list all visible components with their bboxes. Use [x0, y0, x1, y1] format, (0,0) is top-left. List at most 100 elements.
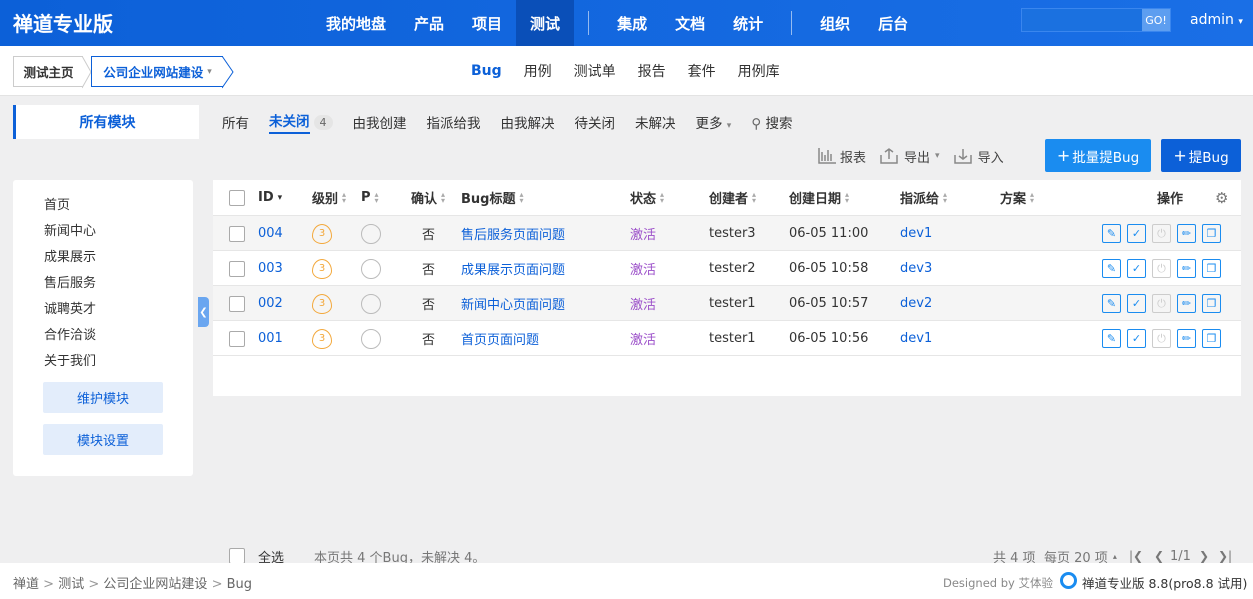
filter-resolved-by-me[interactable]: 由我解决: [501, 112, 555, 132]
select-all-checkbox-header[interactable]: [229, 180, 245, 215]
bug-id-link[interactable]: 001: [258, 321, 283, 356]
batch-create-bug-button[interactable]: + 批量提Bug: [1045, 139, 1151, 172]
edit-bug-icon[interactable]: ✏: [1177, 329, 1196, 348]
all-modules-tab[interactable]: 所有模块: [13, 105, 199, 139]
nav-admin[interactable]: 后台: [864, 0, 922, 46]
assigned-to-link[interactable]: dev3: [900, 251, 932, 286]
search-input[interactable]: GO!: [1021, 8, 1171, 32]
edit-bug-icon[interactable]: ✏: [1177, 224, 1196, 243]
close-bug-icon[interactable]: ⏻: [1152, 294, 1171, 313]
confirm-bug-icon[interactable]: ✎: [1102, 329, 1121, 348]
col-creator[interactable]: 创建者 ▴ ▾: [709, 180, 756, 215]
table-row[interactable]: 003 3 否 成果展示页面问题 激活 tester2 06-05 10:58 dev3 ✎ ✓ ⏻…: [213, 251, 1241, 286]
close-bug-icon[interactable]: ⏻: [1152, 329, 1171, 348]
row-checkbox[interactable]: [229, 286, 245, 321]
nav-product[interactable]: 产品: [400, 0, 458, 46]
module-item[interactable]: 诚聘英才: [44, 298, 96, 317]
table-row[interactable]: 001 3 否 首页页面问题 激活 tester1 06-05 10:56 dev1 ✎ ✓ ⏻ ✏ ❐: [213, 321, 1241, 356]
table-row[interactable]: 002 3 否 新闻中心页面问题 激活 tester1 06-05 10:57 dev2 ✎ ✓ ⏻…: [213, 286, 1241, 321]
footer-crumb[interactable]: 公司企业网站建设: [103, 577, 207, 592]
copy-bug-icon[interactable]: ❐: [1202, 294, 1221, 313]
nav-my[interactable]: 我的地盘: [312, 0, 400, 46]
row-checkbox[interactable]: [229, 251, 245, 286]
sidebar-collapse-button[interactable]: ❮: [198, 297, 209, 327]
nav-project[interactable]: 项目: [458, 0, 516, 46]
filter-more[interactable]: 更多 ▾: [696, 112, 732, 132]
breadcrumb-product-switcher[interactable]: 公司企业网站建设 ▾: [91, 56, 223, 87]
module-item[interactable]: 新闻中心: [44, 220, 96, 239]
module-item[interactable]: 关于我们: [44, 350, 96, 369]
close-bug-icon[interactable]: ⏻: [1152, 259, 1171, 278]
subnav-case[interactable]: 用例: [513, 61, 563, 81]
subnav-report[interactable]: 报告: [627, 61, 677, 81]
user-menu[interactable]: admin ▾: [1190, 12, 1243, 28]
footer-crumb[interactable]: 禅道: [13, 577, 39, 592]
confirm-bug-icon[interactable]: ✎: [1102, 259, 1121, 278]
bug-title-link[interactable]: 成果展示页面问题: [461, 251, 565, 286]
subnav-caselib[interactable]: 用例库: [727, 61, 791, 81]
copy-bug-icon[interactable]: ❐: [1202, 259, 1221, 278]
bug-title-link[interactable]: 首页页面问题: [461, 321, 539, 356]
module-item[interactable]: 成果展示: [44, 246, 96, 265]
report-button[interactable]: 报表: [818, 147, 866, 166]
bug-title-link[interactable]: 售后服务页面问题: [461, 216, 565, 251]
nav-test[interactable]: 测试: [516, 0, 575, 46]
create-bug-button[interactable]: + 提Bug: [1161, 139, 1241, 172]
col-assigned[interactable]: 指派给 ▴ ▾: [900, 180, 947, 215]
bug-id-link[interactable]: 004: [258, 216, 283, 251]
assigned-to-link[interactable]: dev2: [900, 286, 932, 321]
bug-id-link[interactable]: 002: [258, 286, 283, 321]
filter-unresolved[interactable]: 未解决: [635, 112, 676, 132]
confirm-bug-icon[interactable]: ✎: [1102, 224, 1121, 243]
filter-unclosed[interactable]: 未关闭: [269, 110, 310, 134]
app-brand[interactable]: 禅道专业版: [13, 8, 113, 37]
filter-assigned-to-me[interactable]: 指派给我: [427, 112, 481, 132]
filter-to-close[interactable]: 待关闭: [575, 112, 616, 132]
edit-bug-icon[interactable]: ✏: [1177, 294, 1196, 313]
breadcrumb-test-home[interactable]: 测试主页: [13, 56, 83, 87]
row-checkbox[interactable]: [229, 321, 245, 356]
edit-bug-icon[interactable]: ✏: [1177, 259, 1196, 278]
module-item[interactable]: 合作洽谈: [44, 324, 96, 343]
bug-title-link[interactable]: 新闻中心页面问题: [461, 286, 565, 321]
export-button[interactable]: 导出 ▾: [880, 147, 940, 166]
nav-doc[interactable]: 文档: [661, 0, 719, 46]
table-row[interactable]: 004 3 否 售后服务页面问题 激活 tester3 06-05 11:00 dev1 ✎ ✓ ⏻…: [213, 216, 1241, 251]
bug-id-link[interactable]: 003: [258, 251, 283, 286]
row-checkbox[interactable]: [229, 216, 245, 251]
filter-created-by-me[interactable]: 由我创建: [353, 112, 407, 132]
confirm-bug-icon[interactable]: ✎: [1102, 294, 1121, 313]
version-info[interactable]: 禅道专业版 8.8(pro8.8 试用): [1082, 573, 1247, 592]
subnav-bug[interactable]: Bug: [460, 63, 513, 79]
col-pri[interactable]: P ▴ ▾: [361, 180, 379, 215]
resolve-bug-icon[interactable]: ✓: [1127, 259, 1146, 278]
assigned-to-link[interactable]: dev1: [900, 216, 932, 251]
col-title[interactable]: Bug标题 ▴ ▾: [461, 180, 524, 215]
search-toggle[interactable]: ⚲ 搜索: [751, 112, 792, 132]
subnav-testtask[interactable]: 测试单: [563, 61, 627, 81]
nav-ci[interactable]: 集成: [603, 0, 661, 46]
assigned-to-link[interactable]: dev1: [900, 321, 932, 356]
close-bug-icon[interactable]: ⏻: [1152, 224, 1171, 243]
maintain-module-button[interactable]: 维护模块: [43, 382, 163, 413]
copy-bug-icon[interactable]: ❐: [1202, 224, 1221, 243]
nav-report[interactable]: 统计: [719, 0, 777, 46]
resolve-bug-icon[interactable]: ✓: [1127, 294, 1146, 313]
designed-by[interactable]: Designed by 艾体验: [943, 575, 1053, 591]
footer-crumb[interactable]: 测试: [58, 577, 84, 592]
filter-all[interactable]: 所有: [222, 112, 249, 132]
col-severity[interactable]: 级别 ▴ ▾: [312, 180, 346, 215]
col-status[interactable]: 状态 ▴ ▾: [630, 180, 664, 215]
col-id[interactable]: ID ▾: [258, 180, 282, 215]
search-go-button[interactable]: GO!: [1142, 9, 1170, 31]
gear-icon[interactable]: ⚙: [1215, 180, 1228, 215]
module-item[interactable]: 首页: [44, 194, 70, 213]
col-date[interactable]: 创建日期 ▴ ▾: [789, 180, 849, 215]
resolve-bug-icon[interactable]: ✓: [1127, 224, 1146, 243]
nav-company[interactable]: 组织: [806, 0, 864, 46]
module-settings-button[interactable]: 模块设置: [43, 424, 163, 455]
module-item[interactable]: 售后服务: [44, 272, 96, 291]
subnav-suite[interactable]: 套件: [677, 61, 727, 81]
resolve-bug-icon[interactable]: ✓: [1127, 329, 1146, 348]
import-button[interactable]: 导入: [953, 147, 1004, 166]
